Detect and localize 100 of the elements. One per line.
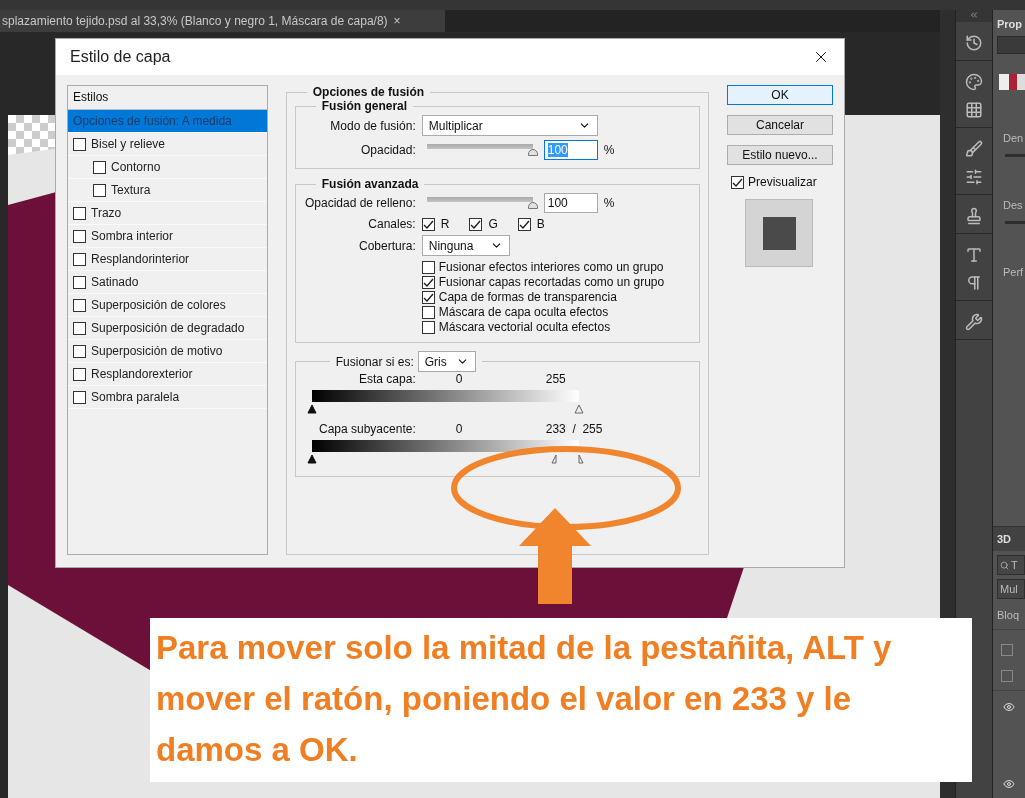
panel-tab[interactable]: 3D xyxy=(993,527,1025,551)
slider-thumb[interactable] xyxy=(527,202,538,209)
checkbox[interactable] xyxy=(421,217,435,231)
field-label: Opacidad de relleno: xyxy=(303,196,416,210)
dialog-button[interactable]: Cancelar xyxy=(727,115,833,135)
unit-label: % xyxy=(603,196,615,210)
field-label: Fusionar si es: xyxy=(335,354,414,369)
stamp-icon[interactable] xyxy=(965,207,983,225)
filter-dropdown[interactable]: Mul xyxy=(997,579,1025,599)
checkbox[interactable] xyxy=(73,344,86,358)
history-icon[interactable] xyxy=(965,34,983,52)
preview-square xyxy=(762,216,796,250)
blend-mode-dropdown[interactable]: Multiplicar xyxy=(421,115,598,136)
style-list-item[interactable]: Textura xyxy=(68,179,267,202)
channel-label: B xyxy=(536,217,545,231)
checkbox[interactable] xyxy=(73,206,86,220)
search-icon xyxy=(1000,560,1009,570)
panel-title[interactable]: Prop xyxy=(993,10,1025,30)
document-tab[interactable]: splazamiento tejido.psd al 33,3% (Blanco y negro 1, Máscara de capa/8) × xyxy=(0,10,445,32)
checkbox[interactable] xyxy=(421,305,435,319)
property-label: Perf xyxy=(1002,265,1025,278)
checkbox[interactable] xyxy=(73,367,86,381)
checkbox[interactable] xyxy=(421,320,435,334)
range-label: Capa subyacente: xyxy=(318,422,416,436)
style-list-item[interactable]: Sombra interior xyxy=(68,225,267,248)
palette-icon[interactable] xyxy=(965,73,983,91)
dialog-button[interactable]: OK xyxy=(727,85,833,105)
checkbox[interactable] xyxy=(421,290,435,304)
check-icon xyxy=(422,218,434,230)
checkbox[interactable] xyxy=(93,183,106,197)
style-list-item[interactable]: Superposición de colores xyxy=(68,294,267,317)
slider-track[interactable] xyxy=(1005,154,1025,157)
range-value: 0 xyxy=(455,372,464,386)
wrench-icon[interactable] xyxy=(965,313,983,331)
knockout-dropdown[interactable]: Ninguna xyxy=(421,235,510,256)
option-label: Máscara vectorial oculta efectos xyxy=(438,320,611,334)
checkbox[interactable] xyxy=(73,275,86,289)
range-value: 233 / 255 xyxy=(545,422,603,436)
property-label: Den xyxy=(1002,131,1025,144)
channel-label: G xyxy=(488,217,498,231)
checkbox[interactable] xyxy=(73,229,86,243)
checkbox[interactable] xyxy=(73,390,86,404)
dialog-button[interactable]: Estilo nuevo... xyxy=(727,145,833,165)
style-list-item[interactable]: Trazo xyxy=(68,202,267,225)
collapse-icon[interactable] xyxy=(969,10,979,20)
group-title: Opciones de fusión xyxy=(311,85,426,99)
checkbox[interactable] xyxy=(73,252,86,266)
option-label: Máscara de capa oculta efectos xyxy=(438,305,609,319)
checkbox[interactable] xyxy=(73,298,86,312)
range-value: 255 xyxy=(545,372,566,386)
slider-thumb[interactable] xyxy=(527,149,538,156)
slider-handle[interactable] xyxy=(306,403,317,415)
property-label: Des xyxy=(1002,198,1024,211)
checkbox[interactable] xyxy=(1001,644,1013,656)
text-icon[interactable] xyxy=(965,246,983,264)
checkbox[interactable] xyxy=(731,175,744,189)
style-list-item[interactable]: Resplandorinterior xyxy=(68,248,267,271)
eye-icon[interactable] xyxy=(1003,701,1015,713)
check-icon xyxy=(470,218,482,230)
lock-label: Bloq xyxy=(996,608,1021,621)
option-label: Capa de formas de transparencia xyxy=(438,290,617,304)
checkbox[interactable] xyxy=(93,160,106,174)
pilcrow-icon[interactable] xyxy=(965,274,983,292)
range-value: 0 xyxy=(455,422,464,436)
field-label: Canales: xyxy=(367,217,416,231)
style-list-item[interactable]: Resplandorexterior xyxy=(68,363,267,386)
style-list-item[interactable]: Superposición de motivo xyxy=(68,340,267,363)
range-label: Esta capa: xyxy=(358,372,416,386)
grid-icon[interactable] xyxy=(965,101,983,119)
checkbox-label: Previsualizar xyxy=(748,175,817,189)
brush-icon[interactable] xyxy=(965,140,983,158)
check-icon xyxy=(732,176,743,188)
checkbox[interactable] xyxy=(517,217,531,231)
style-list-item[interactable]: Bisel y relieve xyxy=(68,133,267,156)
checkbox[interactable] xyxy=(469,217,483,231)
number-field[interactable]: 100 xyxy=(543,193,598,213)
channel-dropdown[interactable]: Gris xyxy=(417,351,476,372)
group-title: Fusión avanzada xyxy=(320,177,420,191)
group-title: Fusión general xyxy=(320,99,409,113)
field-label: Opacidad: xyxy=(360,143,416,157)
field-label: Cobertura: xyxy=(358,238,416,253)
slider-handle[interactable] xyxy=(573,403,584,415)
check-icon xyxy=(422,291,434,303)
check-icon xyxy=(422,276,434,288)
style-list-item[interactable]: Superposición de degradado xyxy=(68,317,267,340)
sliders-icon[interactable] xyxy=(965,168,983,186)
slider-handle[interactable] xyxy=(306,453,317,465)
style-list-item[interactable]: Contorno xyxy=(68,156,267,179)
annotation-text: Para mover solo la mitad de la pestañita, ALT y mover el ratón, poniendo el valor en 233 y le damos a OK. xyxy=(150,618,972,782)
style-list-item[interactable]: Sombra paralela xyxy=(68,386,267,409)
checkbox[interactable] xyxy=(73,321,86,335)
layer-thumbnail xyxy=(999,74,1025,90)
checkbox[interactable] xyxy=(1001,670,1013,682)
eye-icon[interactable] xyxy=(1003,778,1015,790)
checkbox[interactable] xyxy=(421,275,435,289)
search-field[interactable]: T xyxy=(997,555,1025,575)
slider-track[interactable] xyxy=(1005,221,1025,224)
style-list-item[interactable]: Satinado xyxy=(68,271,267,294)
checkbox[interactable] xyxy=(73,137,86,151)
checkbox[interactable] xyxy=(421,260,435,274)
